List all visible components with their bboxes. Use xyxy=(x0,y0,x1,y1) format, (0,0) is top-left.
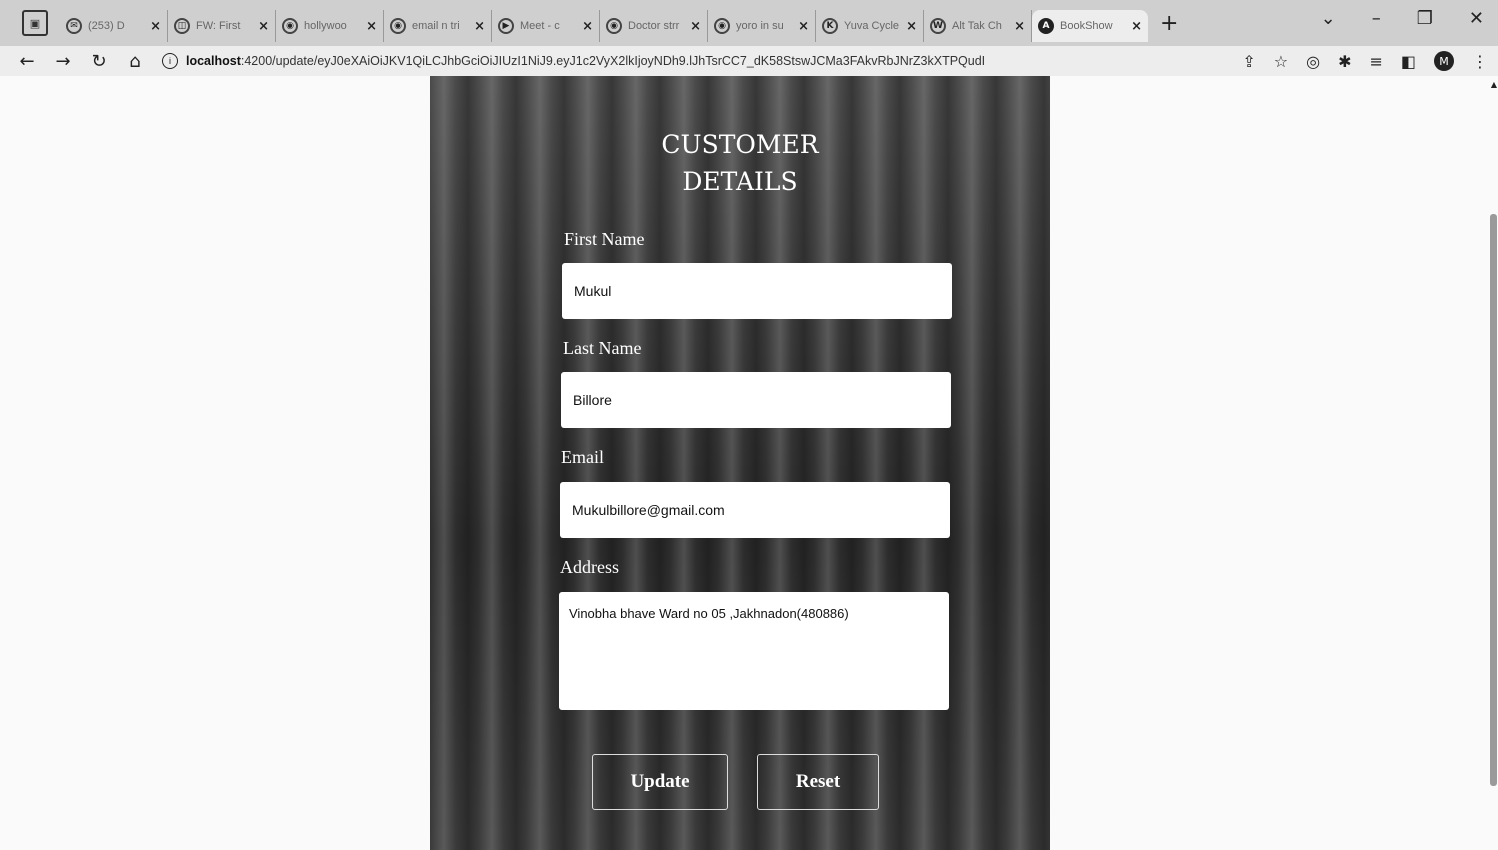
close-tab-icon[interactable]: × xyxy=(690,19,701,34)
browser-tab[interactable]: A BookShow × xyxy=(1032,10,1148,42)
title-line-1: CUSTOMER xyxy=(661,130,819,159)
close-tab-icon[interactable]: × xyxy=(1131,19,1142,34)
first-name-input[interactable] xyxy=(562,263,952,319)
tab-title: email n tri xyxy=(412,20,460,32)
tab-title: Alt Tak Ch xyxy=(952,20,1002,32)
mail-icon: ✉ xyxy=(66,18,82,34)
browser-tab[interactable]: ◉ Doctor strr × xyxy=(600,10,708,42)
sidepanel-icon[interactable]: ◧ xyxy=(1401,52,1416,71)
title-line-2: DETAILS xyxy=(682,167,798,196)
menu-kebab-icon[interactable]: ⋮ xyxy=(1472,52,1488,71)
angular-icon: A xyxy=(1038,18,1054,34)
window-controls: ⌄ – ❐ ✕ xyxy=(1321,8,1484,29)
tab-title: Doctor strr xyxy=(628,20,680,32)
tab-title: BookShow xyxy=(1060,20,1113,32)
update-button[interactable]: Update xyxy=(592,754,728,810)
back-icon[interactable]: ← xyxy=(18,51,36,72)
tab-search-icon[interactable]: ▣ xyxy=(22,10,48,36)
browser-tab[interactable]: W Alt Tak Ch × xyxy=(924,10,1032,42)
address-label: Address xyxy=(560,557,619,577)
close-tab-icon[interactable]: × xyxy=(582,19,593,34)
close-tab-icon[interactable]: × xyxy=(906,19,917,34)
browser-tab[interactable]: ◉ hollywoo × xyxy=(276,10,384,42)
close-tab-icon[interactable]: × xyxy=(798,19,809,34)
close-tab-icon[interactable]: × xyxy=(150,19,161,34)
site-info-icon[interactable]: i xyxy=(162,53,178,69)
last-name-label: Last Name xyxy=(563,338,642,358)
close-tab-icon[interactable]: × xyxy=(366,19,377,34)
close-tab-icon[interactable]: × xyxy=(474,19,485,34)
tab-list: ✉ (253) D × ◫ FW: First × ◉ hollywoo × ◉ email n t… xyxy=(60,4,1148,42)
reload-icon[interactable]: ↻ xyxy=(90,51,108,72)
tab-title: yoro in su xyxy=(736,20,784,32)
chrome-icon: ◉ xyxy=(390,18,406,34)
first-name-label: First Name xyxy=(564,229,645,249)
chrome-icon: ◉ xyxy=(606,18,622,34)
browser-tab[interactable]: ◫ FW: First × xyxy=(168,10,276,42)
meet-icon: ▶ xyxy=(498,18,514,34)
w-icon: W xyxy=(930,18,946,34)
profile-avatar[interactable]: M xyxy=(1434,51,1454,71)
browser-tab[interactable]: ▶ Meet - c × xyxy=(492,10,600,42)
home-icon[interactable]: ⌂ xyxy=(126,51,144,72)
k-icon: K xyxy=(822,18,838,34)
browser-tab[interactable]: ✉ (253) D × xyxy=(60,10,168,42)
browser-toolbar: ← → ↻ ⌂ i localhost:4200/update/eyJ0eXAi… xyxy=(0,46,1498,76)
media-icon[interactable]: ≡ xyxy=(1369,52,1382,71)
new-tab-icon[interactable]: + xyxy=(1160,11,1178,36)
tab-title: FW: First xyxy=(196,20,241,32)
toolbar-actions: ⇪ ☆ ◎ ✱ ≡ ◧ M ⋮ xyxy=(1242,51,1488,71)
tab-title: hollywoo xyxy=(304,20,347,32)
chrome-icon: ◉ xyxy=(282,18,298,34)
close-window-icon[interactable]: ✕ xyxy=(1469,8,1484,29)
chrome-icon: ◉ xyxy=(714,18,730,34)
share-icon[interactable]: ⇪ xyxy=(1242,52,1255,71)
scrollbar[interactable]: ▲ xyxy=(1488,76,1498,850)
email-input[interactable] xyxy=(560,482,950,538)
outlook-icon: ◫ xyxy=(174,18,190,34)
address-bar[interactable]: i localhost:4200/update/eyJ0eXAiOiJKV1Qi… xyxy=(162,48,1242,74)
browser-tab[interactable]: ◉ yoro in su × xyxy=(708,10,816,42)
tab-strip: ▣ ✉ (253) D × ◫ FW: First × ◉ hollywoo × ◉ email n… xyxy=(0,0,1498,46)
page-viewport: CUSTOMER DETAILS First Name Last Name Em… xyxy=(0,76,1498,850)
puzzle-icon[interactable]: ✱ xyxy=(1338,52,1351,71)
tab-title: Yuva Cycle xyxy=(844,20,900,32)
customer-details-card: CUSTOMER DETAILS First Name Last Name Em… xyxy=(430,76,1050,850)
address-textarea[interactable]: Vinobha bhave Ward no 05 ,Jakhnadon(4808… xyxy=(559,592,949,710)
tab-title: (253) D xyxy=(88,20,125,32)
chevron-down-icon[interactable]: ⌄ xyxy=(1321,8,1336,29)
url-host: localhost xyxy=(186,54,241,68)
minimize-icon[interactable]: – xyxy=(1372,8,1381,29)
url-path: :4200/update/eyJ0eXAiOiJKV1QiLCJhbGciOiJ… xyxy=(240,54,986,68)
extension-icon[interactable]: ◎ xyxy=(1306,52,1320,71)
close-tab-icon[interactable]: × xyxy=(1014,19,1025,34)
scroll-thumb[interactable] xyxy=(1490,214,1497,786)
page-title: CUSTOMER DETAILS xyxy=(430,126,1050,200)
forward-icon[interactable]: → xyxy=(54,51,72,72)
close-tab-icon[interactable]: × xyxy=(258,19,269,34)
browser-tab[interactable]: K Yuva Cycle × xyxy=(816,10,924,42)
bookmark-star-icon[interactable]: ☆ xyxy=(1274,52,1288,71)
browser-tab[interactable]: ◉ email n tri × xyxy=(384,10,492,42)
last-name-input[interactable] xyxy=(561,372,951,428)
scroll-up-icon[interactable]: ▲ xyxy=(1491,80,1497,89)
email-label: Email xyxy=(561,447,604,467)
restore-icon[interactable]: ❐ xyxy=(1417,8,1433,29)
reset-button[interactable]: Reset xyxy=(757,754,879,810)
tab-title: Meet - c xyxy=(520,20,560,32)
